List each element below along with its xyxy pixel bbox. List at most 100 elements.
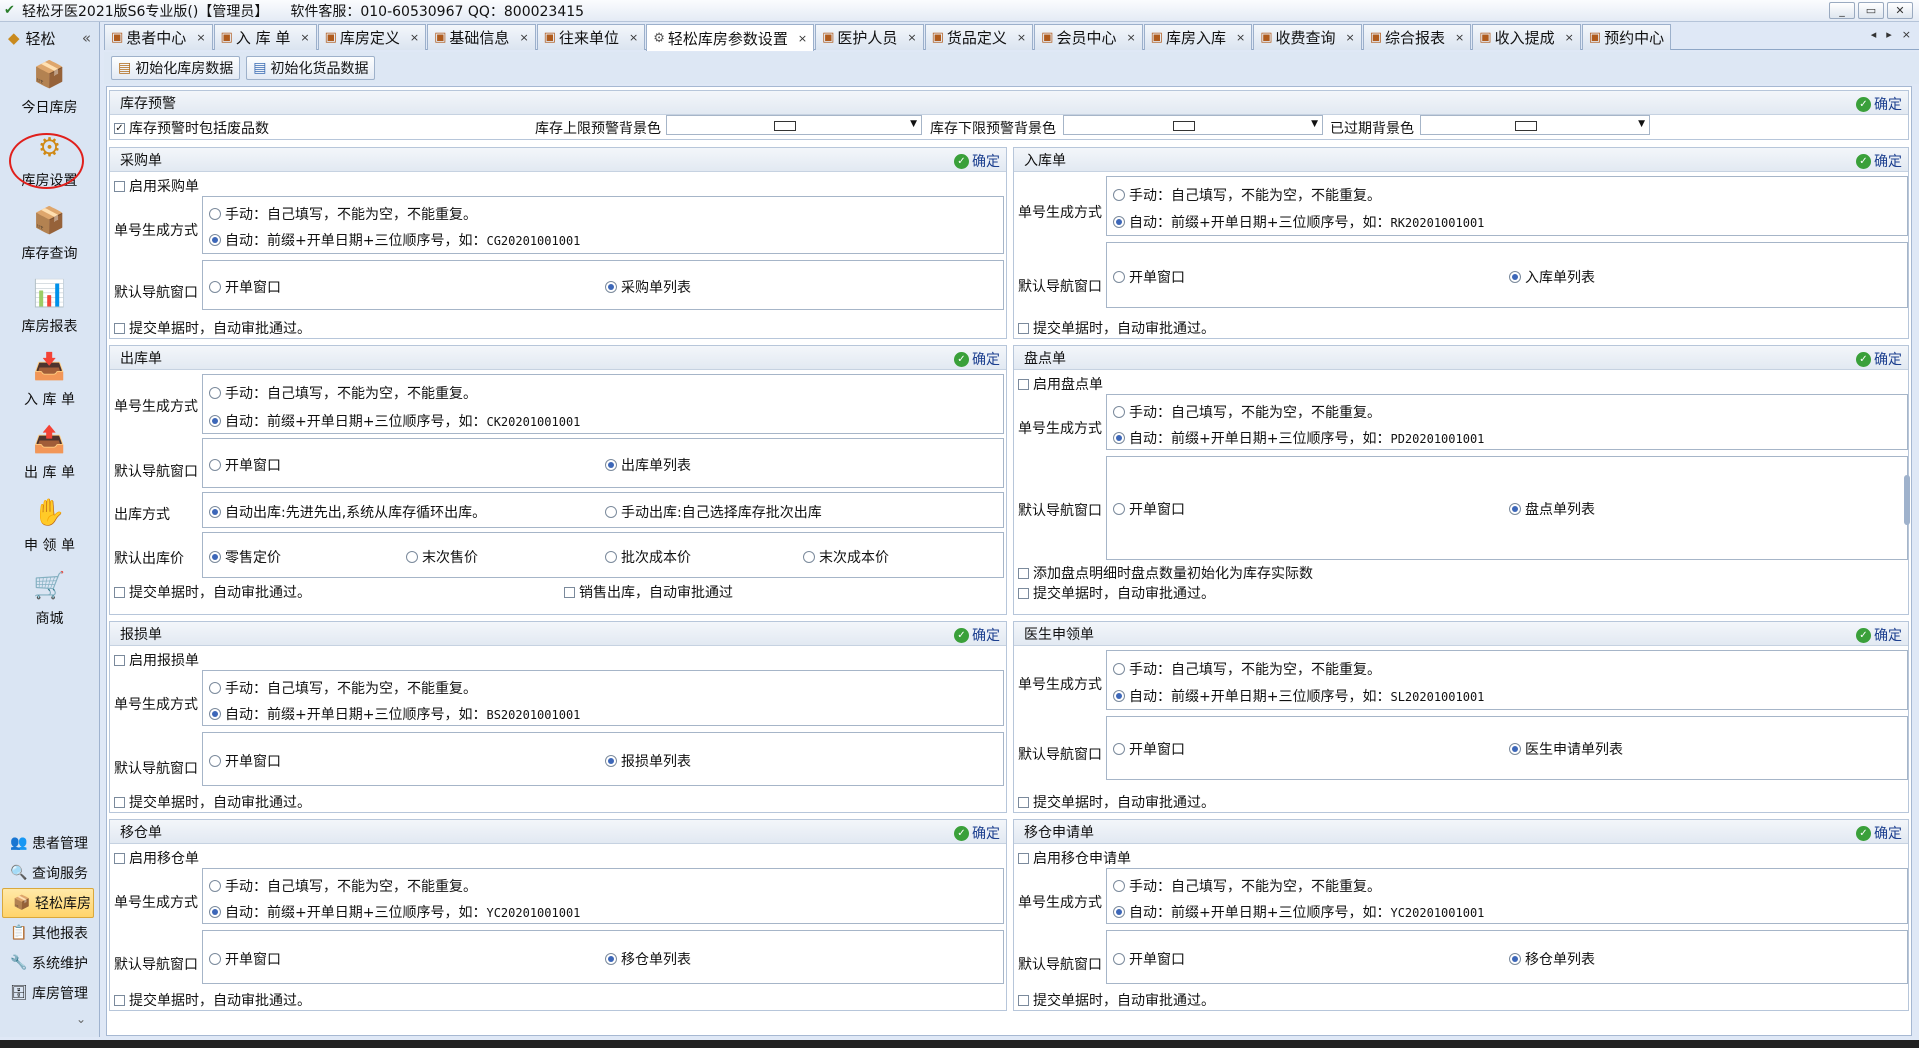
open-window-radio[interactable]: 开单窗口 bbox=[1113, 949, 1185, 969]
auto-radio[interactable]: 自动：前缀+开单日期+三位顺序号，如：CK20201001001 bbox=[209, 411, 580, 431]
submit-auto-approve-checkbox[interactable]: 提交单据时，自动审批通过。 bbox=[1018, 318, 1215, 338]
confirm-button[interactable]: ✓ 确定 bbox=[954, 823, 1000, 843]
tab-basic-info[interactable]: ▣ 基础信息 × bbox=[427, 24, 536, 50]
tab-prev-icon[interactable]: ◂ bbox=[1871, 28, 1877, 41]
open-window-radio[interactable]: 开单窗口 bbox=[209, 949, 281, 969]
expired-bg-color-select[interactable]: ▼ bbox=[1420, 115, 1650, 135]
auto-radio[interactable]: 自动：前缀+开单日期+三位顺序号，如：YC20201001001 bbox=[209, 902, 580, 922]
auto-radio[interactable]: 自动：前缀+开单日期+三位顺序号，如：RK20201001001 bbox=[1113, 212, 1484, 232]
submit-auto-approve-checkbox[interactable]: 提交单据时，自动审批通过。 bbox=[114, 792, 311, 812]
init-actual-checkbox[interactable]: 添加盘点明细时盘点数量初始化为库存实际数 bbox=[1018, 563, 1313, 583]
list-radio[interactable]: 移仓单列表 bbox=[1509, 949, 1595, 969]
close-icon[interactable]: × bbox=[907, 31, 916, 44]
close-icon[interactable]: × bbox=[519, 31, 528, 44]
init-store-data-button[interactable]: ▤ 初始化库房数据 bbox=[111, 56, 241, 80]
confirm-button[interactable]: ✓ 确定 bbox=[954, 151, 1000, 171]
auto-out-radio[interactable]: 自动出库:先进先出,系统从库存循环出库。 bbox=[209, 502, 486, 522]
enable-damage-checkbox[interactable]: 启用报损单 bbox=[114, 650, 199, 670]
submit-auto-approve-checkbox[interactable]: 提交单据时，自动审批通过。 bbox=[114, 582, 311, 602]
submit-auto-approve-checkbox[interactable]: 提交单据时，自动审批通过。 bbox=[1018, 583, 1215, 603]
manual-radio[interactable]: 手动：自己填写，不能为空，不能重复。 bbox=[209, 383, 477, 403]
sidebar-item-stock-query[interactable]: 📦 库存查询 bbox=[0, 200, 99, 273]
sidebar-item-system-maint[interactable]: 🔧 系统维护 bbox=[0, 948, 96, 978]
lower-bg-color-select[interactable]: ▼ bbox=[1063, 115, 1323, 135]
sidebar-item-outbound[interactable]: 📤 出 库 单 bbox=[0, 419, 99, 492]
tab-next-icon[interactable]: ▸ bbox=[1886, 28, 1892, 41]
tab-fee-query[interactable]: ▣ 收费查询 × bbox=[1253, 24, 1362, 50]
enable-stocktake-checkbox[interactable]: 启用盘点单 bbox=[1018, 374, 1103, 394]
close-icon[interactable]: × bbox=[1346, 31, 1355, 44]
close-icon[interactable]: × bbox=[1017, 31, 1026, 44]
list-radio[interactable]: 医生申请单列表 bbox=[1509, 739, 1623, 759]
submit-auto-approve-checkbox[interactable]: 提交单据时，自动审批通过。 bbox=[1018, 792, 1215, 812]
close-icon[interactable]: × bbox=[1455, 31, 1464, 44]
close-icon[interactable]: × bbox=[1126, 31, 1135, 44]
tab-income-commission[interactable]: ▣ 收入提成 × bbox=[1472, 24, 1581, 50]
open-window-radio[interactable]: 开单窗口 bbox=[1113, 739, 1185, 759]
close-button[interactable]: ✕ bbox=[1887, 2, 1913, 19]
close-icon[interactable]: × bbox=[798, 32, 807, 45]
auto-radio[interactable]: 自动：前缀+开单日期+三位顺序号，如：BS20201001001 bbox=[209, 704, 580, 724]
vertical-scrollbar[interactable] bbox=[1904, 475, 1910, 525]
list-radio[interactable]: 采购单列表 bbox=[605, 277, 691, 297]
include-waste-checkbox[interactable]: ✓ 库存预警时包括废品数 bbox=[114, 118, 269, 138]
close-icon[interactable]: × bbox=[629, 31, 638, 44]
tab-patient-center[interactable]: ▣ 患者中心 × bbox=[104, 24, 213, 50]
confirm-button[interactable]: ✓ 确定 bbox=[954, 349, 1000, 369]
tab-goods-def[interactable]: ▣ 货品定义 × bbox=[924, 24, 1034, 50]
list-radio[interactable]: 盘点单列表 bbox=[1509, 499, 1595, 519]
sidebar-item-requisition[interactable]: ✋ 申 领 单 bbox=[0, 492, 99, 565]
confirm-button[interactable]: ✓ 确定 bbox=[1856, 625, 1902, 645]
list-radio[interactable]: 出库单列表 bbox=[605, 455, 691, 475]
sidebar-item-mall[interactable]: 🛒 商城 bbox=[0, 565, 99, 638]
enable-transfer-checkbox[interactable]: 启用移仓单 bbox=[114, 848, 199, 868]
confirm-button[interactable]: ✓ 确定 bbox=[1856, 94, 1902, 114]
enable-transfer-request-checkbox[interactable]: 启用移仓申请单 bbox=[1018, 848, 1131, 868]
minimize-button[interactable]: _ bbox=[1829, 2, 1855, 19]
open-window-radio[interactable]: 开单窗口 bbox=[1113, 499, 1185, 519]
list-radio[interactable]: 报损单列表 bbox=[605, 751, 691, 771]
submit-auto-approve-checkbox[interactable]: 提交单据时，自动审批通过。 bbox=[114, 318, 311, 338]
list-radio[interactable]: 移仓单列表 bbox=[605, 949, 691, 969]
retail-price-radio[interactable]: 零售定价 bbox=[209, 547, 281, 567]
tab-store-inbound[interactable]: ▣ 库房入库 × bbox=[1143, 24, 1253, 50]
confirm-button[interactable]: ✓ 确定 bbox=[1856, 349, 1902, 369]
tab-partners[interactable]: ▣ 往来单位 × bbox=[536, 24, 646, 50]
close-icon[interactable]: × bbox=[196, 31, 205, 44]
confirm-button[interactable]: ✓ 确定 bbox=[954, 625, 1000, 645]
sidebar-item-query-service[interactable]: 🔍 查询服务 bbox=[0, 858, 96, 888]
confirm-button[interactable]: ✓ 确定 bbox=[1856, 151, 1902, 171]
collapse-icon[interactable]: « bbox=[82, 29, 91, 47]
auto-radio[interactable]: 自动：前缀+开单日期+三位顺序号，如：PD20201001001 bbox=[1113, 428, 1484, 448]
submit-auto-approve-checkbox[interactable]: 提交单据时，自动审批通过。 bbox=[1018, 990, 1215, 1010]
close-icon[interactable]: × bbox=[300, 31, 309, 44]
tab-medical-staff[interactable]: ▣ 医护人员 × bbox=[815, 24, 924, 50]
manual-out-radio[interactable]: 手动出库:自己选择库存批次出库 bbox=[605, 502, 822, 522]
tab-store-def[interactable]: ▣ 库房定义 × bbox=[317, 24, 427, 50]
open-window-radio[interactable]: 开单窗口 bbox=[209, 455, 281, 475]
enable-purchase-checkbox[interactable]: 启用采购单 bbox=[114, 176, 199, 196]
sidebar-item-patient-mgmt[interactable]: 👥 患者管理 bbox=[0, 828, 96, 858]
sidebar-item-store-settings[interactable]: ⚙ 库房设置 bbox=[0, 127, 99, 200]
auto-radio[interactable]: 自动：前缀+开单日期+三位顺序号，如：SL20201001001 bbox=[1113, 686, 1484, 706]
sidebar-item-store-report[interactable]: 📊 库房报表 bbox=[0, 273, 99, 346]
init-goods-data-button[interactable]: ▤ 初始化货品数据 bbox=[246, 56, 376, 80]
open-window-radio[interactable]: 开单窗口 bbox=[1113, 267, 1185, 287]
more-chevron-icon[interactable]: ⌄ bbox=[76, 1012, 86, 1026]
sidebar-item-other-reports[interactable]: 📋 其他报表 bbox=[0, 918, 96, 948]
close-icon[interactable]: × bbox=[410, 31, 419, 44]
manual-radio[interactable]: 手动：自己填写，不能为空，不能重复。 bbox=[209, 204, 477, 224]
manual-radio[interactable]: 手动：自己填写，不能为空，不能重复。 bbox=[1113, 876, 1381, 896]
sale-auto-approve-checkbox[interactable]: 销售出库，自动审批通过 bbox=[564, 582, 733, 602]
sidebar-item-store-mgmt[interactable]: 🗄 库房管理 bbox=[0, 978, 96, 1008]
auto-radio[interactable]: 自动：前缀+开单日期+三位顺序号，如：CG20201001001 bbox=[209, 230, 580, 250]
maximize-button[interactable]: ▭ bbox=[1858, 2, 1884, 19]
tab-close-all-icon[interactable]: × bbox=[1902, 28, 1911, 41]
open-window-radio[interactable]: 开单窗口 bbox=[209, 751, 281, 771]
manual-radio[interactable]: 手动：自己填写，不能为空，不能重复。 bbox=[209, 876, 477, 896]
list-radio[interactable]: 入库单列表 bbox=[1509, 267, 1595, 287]
tab-member-center[interactable]: ▣ 会员中心 × bbox=[1034, 24, 1143, 50]
confirm-button[interactable]: ✓ 确定 bbox=[1856, 823, 1902, 843]
sidebar-item-easy-store[interactable]: 📦 轻松库房 bbox=[2, 888, 94, 918]
sidebar-item-inbound[interactable]: 📥 入 库 单 bbox=[0, 346, 99, 419]
